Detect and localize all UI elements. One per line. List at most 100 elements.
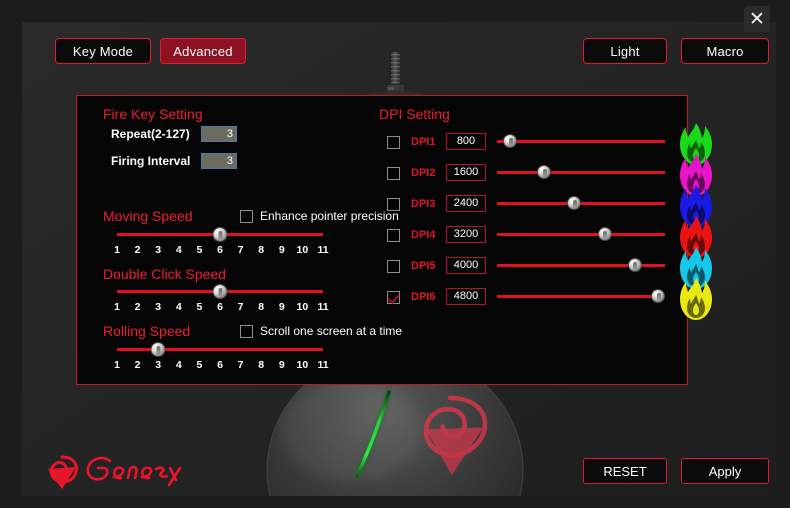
- rolling-speed-title: Rolling Speed: [103, 323, 190, 339]
- window-frame-right: [776, 0, 790, 508]
- dpi-slider-thumb[interactable]: [503, 134, 517, 148]
- dpi-slider-track[interactable]: [497, 295, 665, 298]
- tick-label: 7: [238, 359, 244, 371]
- dpi-slider-track[interactable]: [497, 171, 665, 174]
- tick-label: 6: [217, 359, 223, 371]
- apply-button[interactable]: Apply: [681, 458, 769, 484]
- advanced-settings-panel: Fire Key Setting Repeat(2-127) 3 Firing …: [76, 95, 688, 385]
- dpi-label: DPI1: [411, 136, 435, 148]
- scroll-one-screen-checkbox[interactable]: [240, 325, 253, 338]
- tick-label: 3: [155, 244, 161, 256]
- moving-speed-ticks: 1234567891011: [117, 244, 323, 258]
- moving-speed-title: Moving Speed: [103, 208, 193, 224]
- moving-speed-thumb[interactable]: [213, 227, 228, 242]
- dpi-enable-checkbox[interactable]: [387, 229, 400, 242]
- tick-label: 2: [135, 301, 141, 313]
- tab-key-mode[interactable]: Key Mode: [55, 38, 151, 64]
- firing-interval-input[interactable]: 3: [201, 153, 237, 169]
- dpi-slider-thumb[interactable]: [537, 165, 551, 179]
- double-click-speed-ticks: 1234567891011: [117, 301, 323, 315]
- dpi-label: DPI3: [411, 198, 435, 210]
- dpi-label: DPI2: [411, 167, 435, 179]
- tick-label: 6: [217, 301, 223, 313]
- tick-label: 8: [258, 244, 264, 256]
- dpi-label: DPI5: [411, 260, 435, 272]
- dpi-slider-thumb[interactable]: [628, 258, 642, 272]
- window-frame-left: [0, 0, 22, 508]
- dpi-enable-checkbox[interactable]: [387, 167, 400, 180]
- dpi-enable-checkbox[interactable]: [387, 198, 400, 211]
- enhance-pointer-precision-label: Enhance pointer precision: [260, 209, 399, 223]
- tab-advanced[interactable]: Advanced: [160, 38, 246, 64]
- tick-label: 7: [238, 301, 244, 313]
- firing-interval-label: Firing Interval: [111, 154, 190, 168]
- dpi-enable-checkbox[interactable]: [387, 291, 400, 304]
- dpi-value-input[interactable]: 1600: [446, 164, 486, 181]
- close-icon[interactable]: ✕: [744, 6, 770, 32]
- tick-label: 11: [317, 244, 328, 256]
- dpi-slider-track[interactable]: [497, 140, 665, 143]
- tick-label: 1: [114, 359, 120, 371]
- moving-speed-slider[interactable]: 1234567891011: [117, 226, 323, 260]
- application-window: ✕ Key Mode Advanced Light Macro Fire Key…: [0, 0, 790, 508]
- dpi-value-input[interactable]: 2400: [446, 195, 486, 212]
- double-click-speed-thumb[interactable]: [213, 284, 228, 299]
- rolling-speed-slider[interactable]: 1234567891011: [117, 341, 323, 375]
- double-click-speed-slider[interactable]: 1234567891011: [117, 283, 323, 317]
- tick-label: 4: [176, 244, 182, 256]
- tick-label: 7: [238, 244, 244, 256]
- dpi-row: DPI6 4800: [387, 287, 687, 311]
- dpi-slider-thumb[interactable]: [567, 196, 581, 210]
- tick-label: 4: [176, 301, 182, 313]
- tick-label: 11: [317, 359, 328, 371]
- dpi-value-input[interactable]: 800: [446, 133, 486, 150]
- scroll-one-screen-label: Scroll one screen at a time: [260, 324, 402, 338]
- dpi-value-input[interactable]: 3200: [446, 226, 486, 243]
- tick-label: 2: [135, 244, 141, 256]
- tick-label: 3: [155, 301, 161, 313]
- tick-label: 10: [297, 244, 309, 256]
- dpi-label: DPI4: [411, 229, 435, 241]
- dpi-value-input[interactable]: 4000: [446, 257, 486, 274]
- double-click-speed-title: Double Click Speed: [103, 266, 226, 282]
- repeat-label: Repeat(2-127): [111, 127, 190, 141]
- dpi-slider-track[interactable]: [497, 233, 665, 236]
- reset-button[interactable]: RESET: [583, 458, 667, 484]
- dpi-row: DPI1 800: [387, 132, 687, 156]
- dpi-row: DPI5 4000: [387, 256, 687, 280]
- dpi-row: DPI4 3200: [387, 225, 687, 249]
- tick-label: 1: [114, 301, 120, 313]
- dpi-enable-checkbox[interactable]: [387, 136, 400, 149]
- window-frame-bottom: [0, 496, 790, 508]
- enhance-pointer-precision-checkbox[interactable]: [240, 210, 253, 223]
- tick-label: 8: [258, 301, 264, 313]
- fire-key-setting-title: Fire Key Setting: [103, 106, 203, 122]
- tick-label: 3: [155, 359, 161, 371]
- window-frame-top: [0, 0, 790, 22]
- tick-label: 10: [297, 359, 309, 371]
- tick-label: 6: [217, 244, 223, 256]
- rolling-speed-thumb[interactable]: [151, 342, 166, 357]
- tick-label: 9: [279, 359, 285, 371]
- tick-label: 11: [317, 301, 328, 313]
- tick-label: 4: [176, 359, 182, 371]
- dpi-label: DPI6: [411, 291, 435, 303]
- dpi-enable-checkbox[interactable]: [387, 260, 400, 273]
- dpi-slider-thumb[interactable]: [598, 227, 612, 241]
- tick-label: 5: [196, 359, 202, 371]
- dpi-color-flame-icon[interactable]: [679, 278, 713, 318]
- dpi-slider-thumb[interactable]: [651, 289, 665, 303]
- rolling-speed-ticks: 1234567891011: [117, 359, 323, 373]
- dpi-row: DPI2 1600: [387, 163, 687, 187]
- dpi-value-input[interactable]: 4800: [446, 288, 486, 305]
- genesis-logo: [40, 447, 190, 491]
- tick-label: 10: [297, 301, 309, 313]
- tab-macro[interactable]: Macro: [681, 38, 769, 64]
- tick-label: 9: [279, 244, 285, 256]
- dpi-setting-title: DPI Setting: [379, 106, 450, 122]
- tab-light[interactable]: Light: [583, 38, 667, 64]
- repeat-input[interactable]: 3: [201, 126, 237, 142]
- dpi-row: DPI3 2400: [387, 194, 687, 218]
- rolling-speed-track[interactable]: [117, 348, 323, 351]
- tick-label: 8: [258, 359, 264, 371]
